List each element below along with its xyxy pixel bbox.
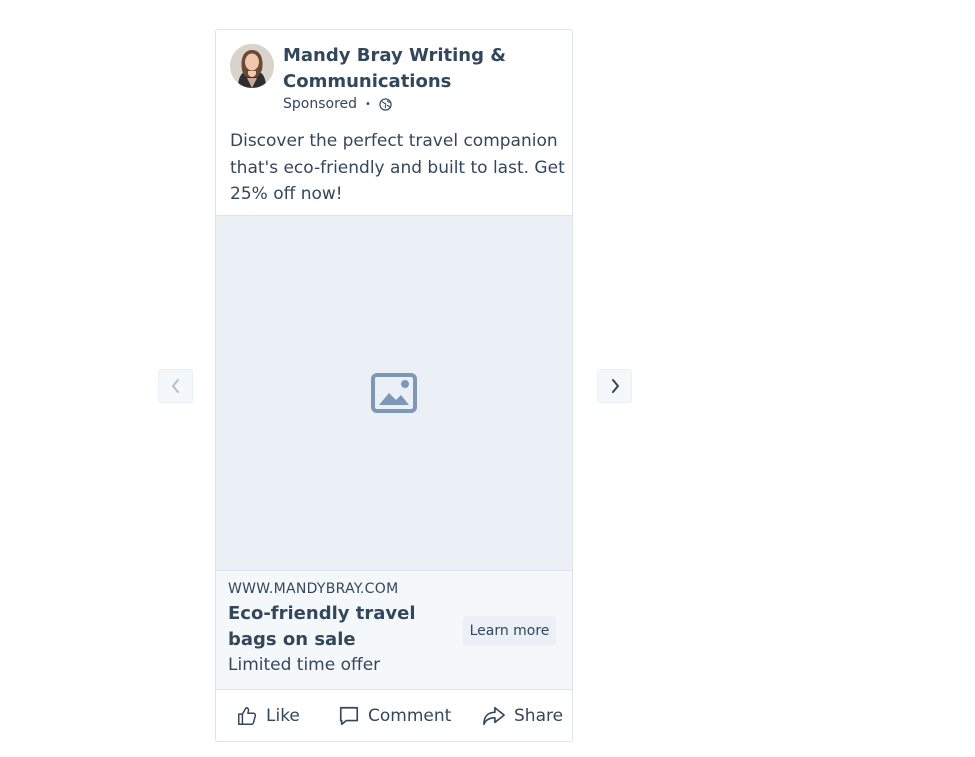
learn-more-button[interactable]: Learn more [463,616,556,646]
comment-icon [339,706,359,726]
share-label: Share [514,706,564,726]
comment-button[interactable]: Comment [338,690,451,742]
share-button[interactable]: Share [482,690,563,742]
link-url[interactable]: WWW.MANDYBRAY.COM [228,581,398,597]
like-label: Like [266,706,300,726]
share-icon [483,706,505,726]
image-placeholder-icon [371,373,417,413]
sponsored-label: Sponsored [283,96,358,112]
post-body-text: Discover the perfect travel companion th… [230,131,565,204]
chevron-right-icon [611,379,619,393]
globe-icon [379,97,392,111]
author-avatar[interactable] [230,44,274,88]
sponsored-post-card: Mandy Bray Writing & Communications Spon… [215,29,573,742]
like-button[interactable]: Like [236,690,300,742]
thumbs-up-icon [238,707,257,725]
link-headline[interactable]: Eco-friendly travel bags on sale [228,601,453,653]
carousel-next-button[interactable] [597,369,632,403]
author-name[interactable]: Mandy Bray Writing & Communications [283,43,553,95]
carousel-prev-button[interactable] [158,369,193,403]
chevron-left-icon [171,379,179,393]
link-description: Limited time offer [228,655,381,675]
avatar-photo [230,44,274,88]
post-media-image[interactable] [216,215,572,571]
link-preview[interactable]: WWW.MANDYBRAY.COM Eco-friendly travel ba… [216,571,572,689]
meta-separator: • [365,98,371,110]
comment-label: Comment [368,706,452,726]
post-actions-bar: Like Comment Share [216,689,572,741]
post-meta: Sponsored • [283,96,392,112]
